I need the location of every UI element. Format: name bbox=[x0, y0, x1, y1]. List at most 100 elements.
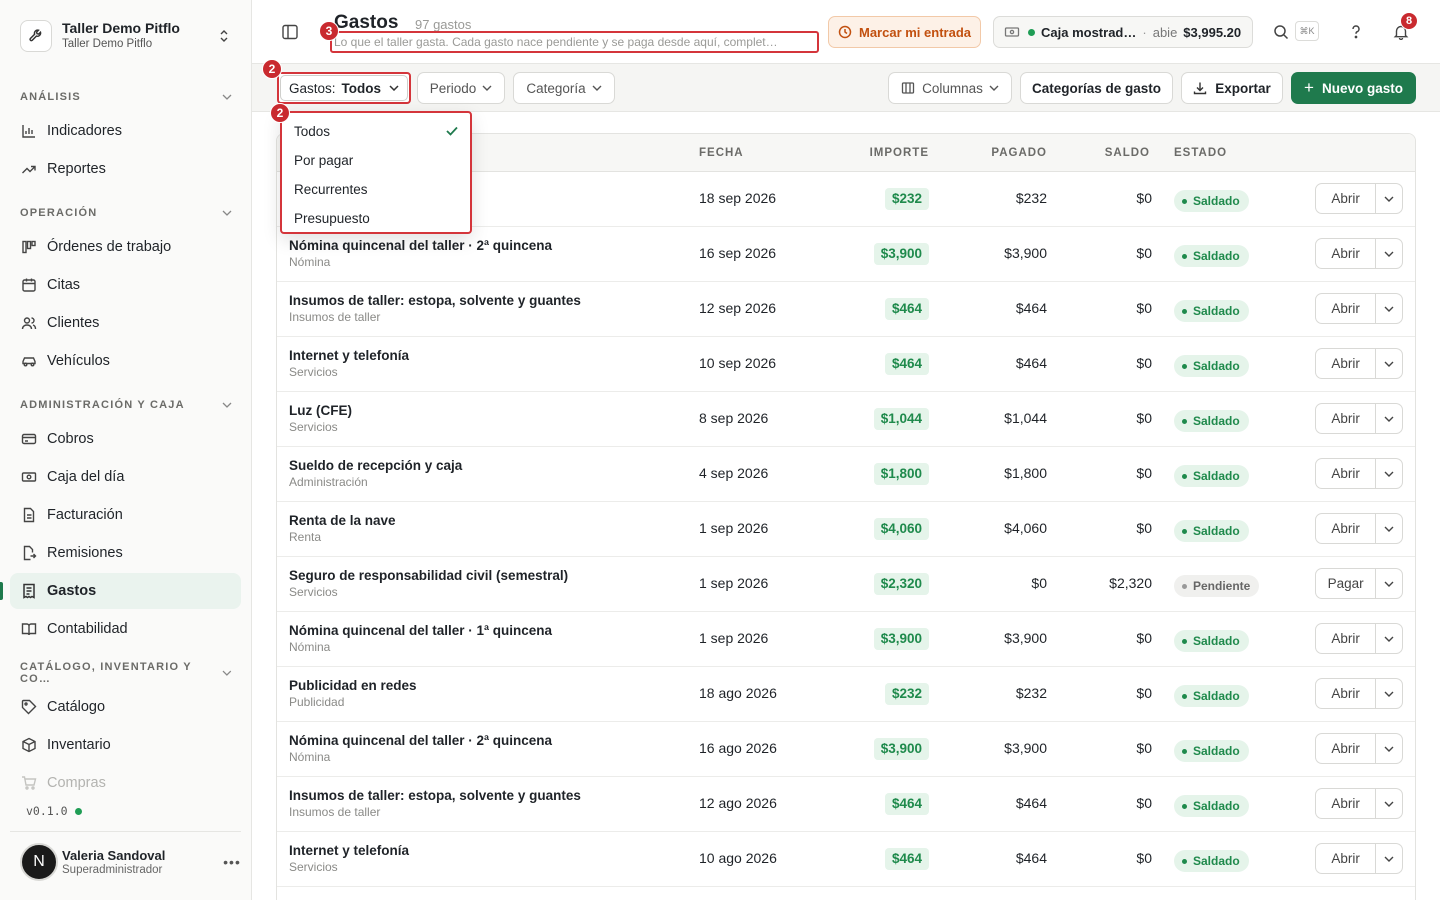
search-icon[interactable] bbox=[1271, 22, 1291, 42]
menu-item[interactable]: Todos bbox=[286, 117, 466, 146]
section-operacion[interactable]: OPERACIÓN bbox=[20, 205, 232, 221]
expense-paid: $464 bbox=[1015, 300, 1047, 316]
menu-item[interactable]: Presupuesto bbox=[286, 204, 466, 233]
chevron-down-icon[interactable] bbox=[1376, 514, 1402, 543]
row-action-button[interactable]: Abrir bbox=[1316, 679, 1377, 708]
columnas-button[interactable]: Columnas bbox=[888, 72, 1012, 104]
filter-value: Todos bbox=[341, 80, 382, 96]
row-action-button[interactable]: Abrir bbox=[1316, 624, 1377, 653]
column-header-saldo[interactable]: SALDO bbox=[1105, 147, 1150, 159]
chevron-down-icon[interactable] bbox=[1376, 679, 1402, 708]
row-action-button[interactable]: Abrir bbox=[1316, 294, 1377, 323]
sidebar-item-vehiculos[interactable]: Vehículos bbox=[10, 343, 241, 379]
expense-balance: $2,320 bbox=[1109, 575, 1152, 591]
car-icon bbox=[20, 353, 37, 370]
chevron-down-icon[interactable] bbox=[1376, 239, 1402, 268]
column-header-fecha[interactable]: FECHA bbox=[699, 147, 744, 159]
table-row[interactable]: Sueldo de recepción y caja Administración… bbox=[277, 447, 1415, 502]
row-action-group: Abrir bbox=[1315, 403, 1403, 434]
sidebar-item-compras[interactable]: Compras bbox=[10, 765, 241, 801]
status-label: Saldado bbox=[1193, 854, 1240, 868]
table-row[interactable]: Publicidad en redes Publicidad 18 ago 2026… bbox=[277, 667, 1415, 722]
bar-chart-icon bbox=[20, 123, 37, 140]
sidebar-toggle-icon[interactable] bbox=[280, 22, 300, 42]
sidebar-item-contabilidad[interactable]: Contabilidad bbox=[10, 611, 241, 647]
chevron-down-icon[interactable] bbox=[1376, 844, 1402, 873]
expense-balance: $0 bbox=[1136, 740, 1152, 756]
user-menu[interactable]: N Valeria Sandoval Superadministrador ••… bbox=[20, 842, 242, 882]
categorias-gasto-button[interactable]: Categorías de gasto bbox=[1020, 72, 1173, 104]
table-row[interactable]: Renta de la nave Renta 1 sep 2026 $4,060 $4,… bbox=[277, 502, 1415, 557]
more-icon[interactable]: ••• bbox=[222, 854, 242, 870]
gastos-filter-button[interactable]: Gastos: Todos bbox=[277, 72, 411, 104]
download-icon bbox=[1193, 81, 1207, 95]
chevron-down-icon[interactable] bbox=[1376, 789, 1402, 818]
table-row[interactable]: Internet y telefonía Servicios 10 ago 2026… bbox=[277, 832, 1415, 887]
chevron-down-icon[interactable] bbox=[1376, 569, 1402, 598]
exportar-label: Exportar bbox=[1215, 80, 1271, 96]
menu-item[interactable]: Recurrentes bbox=[286, 175, 466, 204]
column-header-importe[interactable]: IMPORTE bbox=[870, 147, 929, 159]
section-administracion[interactable]: ADMINISTRACIÓN Y CAJA bbox=[20, 397, 232, 413]
chevron-down-icon[interactable] bbox=[1376, 404, 1402, 433]
sidebar-item-cobros[interactable]: Cobros bbox=[10, 421, 241, 457]
row-action-group: Abrir bbox=[1315, 623, 1403, 654]
exportar-button[interactable]: Exportar bbox=[1181, 72, 1283, 104]
row-action-button[interactable]: Abrir bbox=[1316, 239, 1377, 268]
table-row[interactable]: Luz (CFE) Servicios 8 sep 2026 $1,044 $1,044… bbox=[277, 392, 1415, 447]
row-action-button[interactable]: Abrir bbox=[1316, 514, 1377, 543]
marcar-entrada-button[interactable]: Marcar mi entrada bbox=[828, 16, 981, 48]
sidebar-item-catalogo[interactable]: Catálogo bbox=[10, 689, 241, 725]
sidebar-item-clientes[interactable]: Clientes bbox=[10, 305, 241, 341]
chevron-down-icon[interactable] bbox=[1376, 459, 1402, 488]
chevron-down-icon bbox=[389, 85, 399, 91]
org-switcher[interactable]: Taller Demo Pitflo Taller Demo Pitflo bbox=[10, 10, 242, 62]
sidebar-item-remisiones[interactable]: Remisiones bbox=[10, 535, 241, 571]
sidebar-item-citas[interactable]: Citas bbox=[10, 267, 241, 303]
sidebar-item-inventario[interactable]: Inventario bbox=[10, 727, 241, 763]
expense-category: Publicidad bbox=[289, 695, 345, 709]
categoria-filter-button[interactable]: Categoría bbox=[513, 72, 615, 104]
table-row[interactable]: Insumos de taller: estopa, solvente y gu… bbox=[277, 777, 1415, 832]
nuevo-gasto-button[interactable]: + Nuevo gasto bbox=[1291, 72, 1416, 104]
periodo-filter-button[interactable]: Periodo bbox=[417, 72, 505, 104]
chevron-down-icon[interactable] bbox=[1376, 349, 1402, 378]
help-icon[interactable] bbox=[1346, 22, 1366, 42]
sidebar-item-ordenes[interactable]: Órdenes de trabajo bbox=[10, 229, 241, 265]
table-row[interactable]: Insumos de taller: estopa, solvente y gu… bbox=[277, 282, 1415, 337]
column-header-estado[interactable]: ESTADO bbox=[1174, 147, 1227, 159]
chevron-down-icon[interactable] bbox=[1376, 624, 1402, 653]
divider bbox=[10, 831, 241, 832]
sidebar-item-indicadores[interactable]: Indicadores bbox=[10, 113, 241, 149]
menu-item[interactable]: Por pagar bbox=[286, 146, 466, 175]
table-row[interactable]: Nómina quincenal del taller · 2ª quincen… bbox=[277, 227, 1415, 282]
sidebar-item-gastos[interactable]: Gastos bbox=[10, 573, 241, 609]
row-action-button[interactable]: Abrir bbox=[1316, 404, 1377, 433]
sidebar-item-caja[interactable]: Caja del día bbox=[10, 459, 241, 495]
chevron-down-icon[interactable] bbox=[1376, 294, 1402, 323]
row-action-button[interactable]: Abrir bbox=[1316, 789, 1377, 818]
chevron-down-icon[interactable] bbox=[1376, 184, 1402, 213]
table-row[interactable]: Nómina quincenal del taller · 2ª quincen… bbox=[277, 722, 1415, 777]
menu-item-label: Por pagar bbox=[294, 153, 354, 168]
row-action-button[interactable]: Abrir bbox=[1316, 184, 1377, 213]
table-row[interactable]: Internet y telefonía Servicios 10 sep 2026… bbox=[277, 337, 1415, 392]
caja-selector[interactable]: Caja mostrad… · abie $3,995.20 bbox=[993, 16, 1253, 48]
chevron-down-icon bbox=[989, 85, 999, 91]
expense-category: Nómina bbox=[289, 255, 331, 269]
row-action-button[interactable]: Abrir bbox=[1316, 459, 1377, 488]
section-catalogo[interactable]: CATÁLOGO, INVENTARIO Y CO… bbox=[20, 661, 232, 685]
sidebar-item-facturacion[interactable]: Facturación bbox=[10, 497, 241, 533]
row-action-button[interactable]: Pagar bbox=[1316, 569, 1377, 598]
app-version: v0.1.0 bbox=[26, 804, 82, 818]
row-action-button[interactable]: Abrir bbox=[1316, 349, 1377, 378]
table-row[interactable]: Nómina quincenal del taller · 1ª quincen… bbox=[277, 612, 1415, 667]
section-analisis[interactable]: ANÁLISIS bbox=[20, 89, 232, 105]
sidebar-item-label: Catálogo bbox=[47, 699, 106, 715]
column-header-pagado[interactable]: PAGADO bbox=[991, 147, 1047, 159]
row-action-button[interactable]: Abrir bbox=[1316, 734, 1377, 763]
row-action-button[interactable]: Abrir bbox=[1316, 844, 1377, 873]
sidebar-item-reportes[interactable]: Reportes bbox=[10, 151, 241, 187]
table-row[interactable]: Seguro de responsabilidad civil (semestr… bbox=[277, 557, 1415, 612]
chevron-down-icon[interactable] bbox=[1376, 734, 1402, 763]
